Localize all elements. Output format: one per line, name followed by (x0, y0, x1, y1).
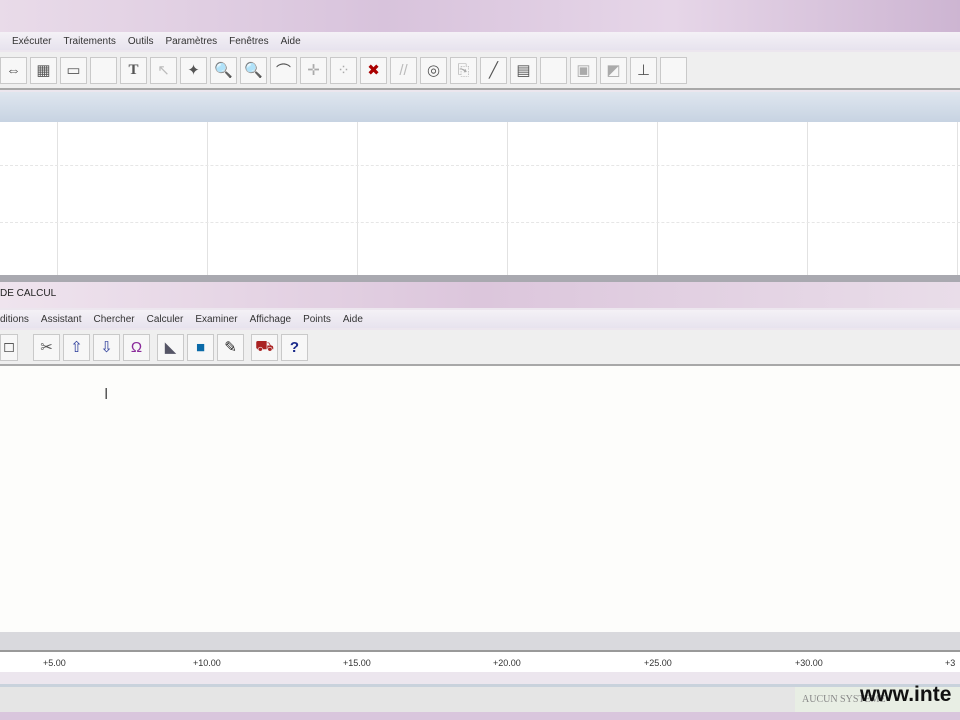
omega-icon[interactable]: Ω (123, 333, 150, 361)
ruler-label: +5.00 (43, 658, 66, 668)
blank-button-3[interactable] (660, 56, 687, 84)
calc-menu-bar: ditions Assistant Chercher Calculer Exam… (0, 310, 960, 328)
splitter[interactable] (0, 275, 960, 282)
select-down-icon[interactable]: ⇩ (93, 333, 120, 361)
menu-executer[interactable]: Exécuter (12, 36, 51, 47)
curve-icon[interactable]: ⌒ (270, 56, 297, 84)
car-icon[interactable]: ⛟ (251, 333, 278, 361)
zoom-icon[interactable]: 🔍 (240, 56, 267, 84)
chart-icon[interactable]: ◣ (157, 333, 184, 361)
cut-icon[interactable]: ✂ (33, 333, 60, 361)
menu-examiner[interactable]: Examiner (195, 314, 237, 325)
menu-editions[interactable]: ditions (0, 314, 29, 325)
fill-icon[interactable]: ■ (187, 333, 214, 361)
brush-icon[interactable]: ✎ (217, 333, 244, 361)
zoom-in-icon[interactable]: 🔍 (210, 56, 237, 84)
menu-aide[interactable]: Aide (281, 36, 301, 47)
table-icon[interactable]: ▦ (30, 56, 57, 84)
select-up-icon[interactable]: ⇧ (63, 333, 90, 361)
points-icon[interactable]: ⁘ (330, 56, 357, 84)
ruler-label: +10.00 (193, 658, 221, 668)
menu-assistant[interactable]: Assistant (41, 314, 82, 325)
pointer-icon[interactable]: ↖ (150, 56, 177, 84)
ruler-label: +3 (945, 658, 956, 668)
menu-parametres[interactable]: Paramètres (165, 36, 217, 47)
calc-panel-title-bar: DE CALCUL (0, 282, 960, 308)
main-toolbar: ⇔ ▦ ▭ T ↖ ✦ 🔍 🔍 ⌒ ✛ ⁘ ✖ // ◎ ⎘ ╱ ▤ ▣ ◩ ⊥ (0, 52, 960, 90)
paste-icon[interactable]: ⎘ (450, 56, 477, 84)
watermark: www.inte (860, 683, 952, 706)
menu-calculer[interactable]: Calculer (147, 314, 184, 325)
menu-fenetres[interactable]: Fenêtres (229, 36, 268, 47)
ruler-label: +20.00 (493, 658, 521, 668)
menu-affichage[interactable]: Affichage (250, 314, 292, 325)
plot-icon[interactable]: ⊥ (630, 56, 657, 84)
menu-outils[interactable]: Outils (128, 36, 154, 47)
calc-worksheet[interactable]: I (0, 366, 960, 632)
grid-line (0, 222, 960, 223)
edit-image-icon[interactable]: ◩ (600, 56, 627, 84)
pen-icon[interactable]: ╱ (480, 56, 507, 84)
move-icon[interactable]: ✛ (300, 56, 327, 84)
text-icon[interactable]: T (120, 56, 147, 84)
shape-icon[interactable]: ✦ (180, 56, 207, 84)
main-menu-bar: Exécuter Traitements Outils Paramètres F… (0, 32, 960, 50)
status-bar: AUCUN SYSTEME www.inte (0, 683, 960, 712)
ruler-label: +30.00 (795, 658, 823, 668)
graph-header-band (0, 92, 960, 122)
delete-points-icon[interactable]: ✖ (360, 56, 387, 84)
calc-toolbar: □ ✂ ⇧ ⇩ Ω ◣ ■ ✎ ⛟ ? (0, 330, 960, 366)
x-ruler: +5.00 +10.00 +15.00 +20.00 +25.00 +30.00… (0, 650, 960, 672)
menu-chercher[interactable]: Chercher (93, 314, 134, 325)
calc-panel-title: DE CALCUL (0, 288, 57, 299)
text-cursor-icon: I (104, 386, 109, 403)
grid-line (0, 165, 960, 166)
window-icon[interactable]: □ (0, 333, 18, 361)
graph-area[interactable] (0, 122, 960, 275)
sheet-icon[interactable]: ▭ (60, 56, 87, 84)
image-icon[interactable]: ▣ (570, 56, 597, 84)
ruler-label: +25.00 (644, 658, 672, 668)
ruler-header (0, 632, 960, 650)
menu-traitements[interactable]: Traitements (63, 36, 115, 47)
blank-button-2[interactable] (540, 56, 567, 84)
parallel-icon[interactable]: // (390, 56, 417, 84)
menu-points[interactable]: Points (303, 314, 331, 325)
ruler-label: +15.00 (343, 658, 371, 668)
help-icon[interactable]: ? (281, 333, 308, 361)
menu-aide-calc[interactable]: Aide (343, 314, 363, 325)
document-icon[interactable]: ▤ (510, 56, 537, 84)
zoom-fit-icon[interactable]: ⇔ (0, 56, 27, 84)
target-icon[interactable]: ◎ (420, 56, 447, 84)
window-title-bar (0, 0, 960, 32)
blank-button[interactable] (90, 56, 117, 84)
bottom-frame (0, 712, 960, 720)
